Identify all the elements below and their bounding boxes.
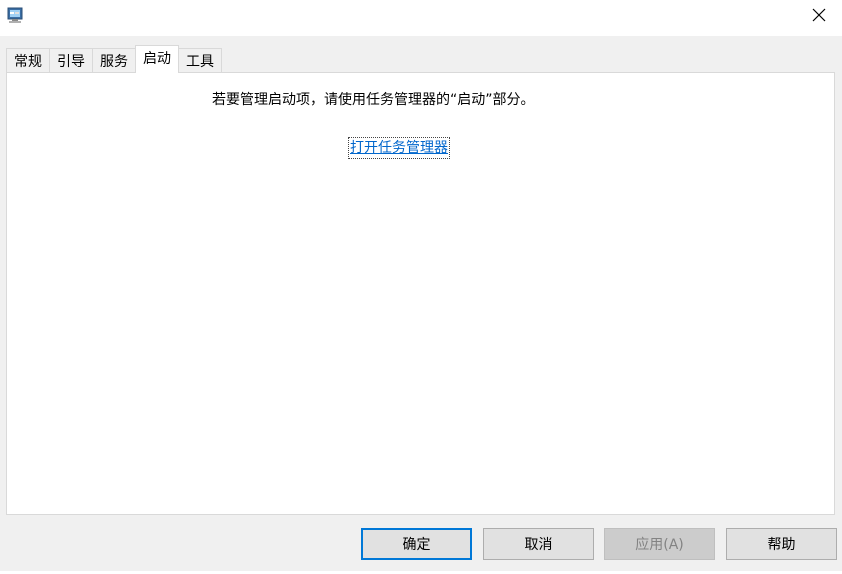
tab-tools[interactable]: 工具	[178, 48, 222, 73]
tab-startup[interactable]: 启动	[135, 45, 179, 73]
startup-info-message: 若要管理启动项，请使用任务管理器的“启动”部分。	[212, 92, 535, 108]
close-button[interactable]	[796, 0, 842, 33]
close-icon	[812, 8, 826, 26]
tab-boot[interactable]: 引导	[49, 48, 93, 73]
startup-tab-panel: 若要管理启动项，请使用任务管理器的“启动”部分。 打开任务管理器	[6, 72, 835, 515]
tab-general[interactable]: 常规	[6, 48, 50, 73]
help-button[interactable]: 帮助	[726, 528, 837, 560]
tab-strip: 常规 引导 服务 启动 工具	[6, 45, 222, 73]
cancel-button[interactable]: 取消	[483, 528, 594, 560]
system-configuration-window: 常规 引导 服务 启动 工具 若要管理启动项，请使用任务管理器的“启动”部分。 …	[0, 0, 842, 574]
tab-services[interactable]: 服务	[92, 48, 136, 73]
ok-button[interactable]: 确定	[361, 528, 472, 560]
open-task-manager-link[interactable]: 打开任务管理器	[348, 137, 450, 159]
title-bar	[0, 0, 842, 36]
msconfig-computer-icon	[7, 7, 24, 24]
apply-button[interactable]: 应用(A)	[604, 528, 715, 560]
